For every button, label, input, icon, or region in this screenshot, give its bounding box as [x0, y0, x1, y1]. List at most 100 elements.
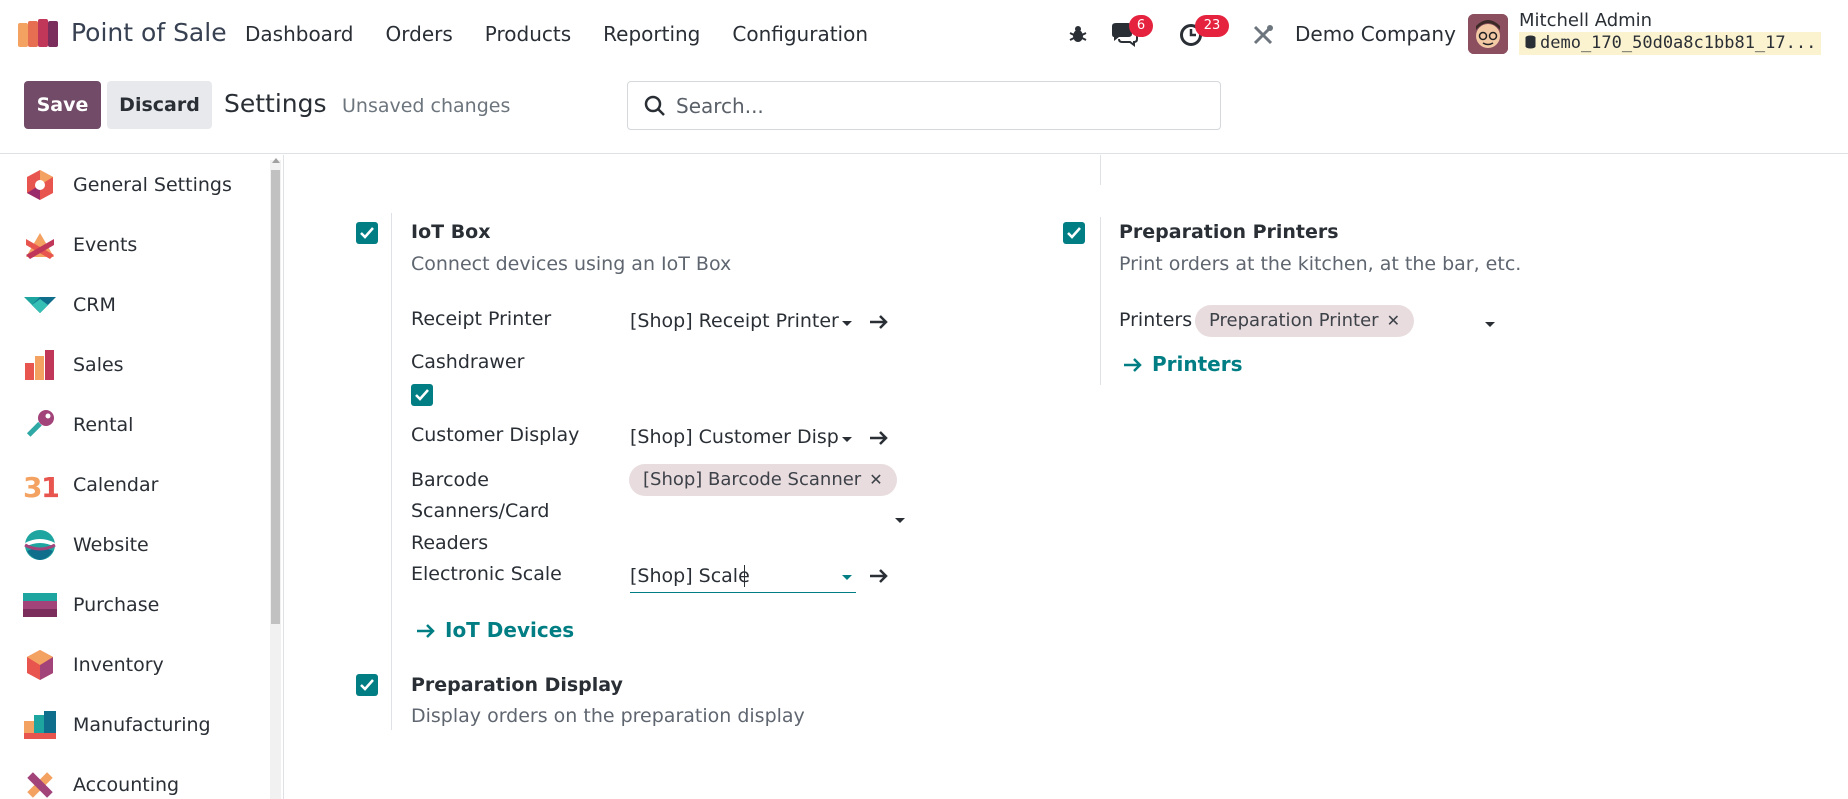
- page-title: Settings: [224, 89, 327, 118]
- events-icon: [26, 233, 54, 259]
- discard-button[interactable]: Discard: [107, 81, 212, 129]
- sidebar-item-events[interactable]: Events: [0, 215, 265, 275]
- arrow-right-icon[interactable]: [1123, 356, 1143, 374]
- sidebar-item-label: Rental: [73, 414, 134, 436]
- save-button[interactable]: Save: [24, 81, 101, 129]
- main-menu: Dashboard Orders Products Reporting Conf…: [245, 22, 900, 46]
- chevron-down-icon[interactable]: [1485, 322, 1495, 327]
- messages-badge: 6: [1129, 15, 1153, 37]
- cashdrawer-label: Cashdrawer: [411, 351, 525, 373]
- calendar-icon: 3 1: [23, 471, 58, 503]
- electronic-scale-label: Electronic Scale: [411, 563, 562, 585]
- point-of-sale-logo-icon[interactable]: [18, 19, 60, 49]
- unsaved-status: Unsaved changes: [342, 95, 511, 117]
- preparation-printer-tag[interactable]: Preparation Printer ✕: [1195, 305, 1414, 337]
- sidebar-item-purchase[interactable]: Purchase: [0, 575, 265, 635]
- barcode-label-line2: Scanners/Card: [411, 500, 550, 522]
- iot-box-description: Connect devices using an IoT Box: [411, 253, 732, 275]
- menu-products[interactable]: Products: [485, 22, 571, 46]
- sidebar-item-accounting[interactable]: Accounting: [0, 755, 265, 799]
- printers-link[interactable]: Printers: [1152, 352, 1243, 376]
- sales-icon: [25, 350, 54, 380]
- purchase-icon: [23, 593, 57, 617]
- remove-tag-icon[interactable]: ✕: [869, 470, 882, 489]
- sidebar-scrollbar-thumb[interactable]: [271, 170, 280, 624]
- remove-tag-icon[interactable]: ✕: [1387, 311, 1400, 330]
- chevron-down-icon[interactable]: [842, 575, 852, 580]
- website-globe-icon: [24, 530, 56, 560]
- internal-link-arrow-icon[interactable]: [869, 567, 889, 585]
- sidebar-item-label: General Settings: [73, 174, 232, 196]
- setting-divider: [391, 213, 392, 703]
- electronic-scale-input[interactable]: [Shop] Scale: [630, 565, 750, 587]
- text-cursor: [744, 565, 745, 587]
- sidebar-item-label: Accounting: [73, 774, 180, 796]
- sidebar-item-general-settings[interactable]: General Settings: [0, 155, 265, 215]
- internal-link-arrow-icon[interactable]: [869, 429, 889, 447]
- setting-divider: [391, 667, 392, 730]
- menu-dashboard[interactable]: Dashboard: [245, 22, 354, 46]
- menu-configuration[interactable]: Configuration: [732, 22, 868, 46]
- iot-devices-link[interactable]: IoT Devices: [445, 618, 574, 642]
- customer-display-select[interactable]: [Shop] Customer Displ: [630, 426, 840, 448]
- preparation-display-checkbox[interactable]: [356, 674, 378, 696]
- settings-content: IoT Box Connect devices using an IoT Box…: [284, 155, 1848, 799]
- user-name[interactable]: Mitchell Admin: [1519, 10, 1652, 31]
- sidebar-scroll-up-icon[interactable]: [272, 158, 280, 163]
- search-icon: [644, 95, 665, 116]
- search-input[interactable]: [676, 92, 1196, 120]
- chevron-down-icon[interactable]: [895, 518, 905, 523]
- checkmark-icon: [360, 679, 374, 691]
- sidebar-item-manufacturing[interactable]: Manufacturing: [0, 695, 265, 755]
- chevron-down-icon[interactable]: [842, 321, 852, 326]
- sidebar-item-inventory[interactable]: Inventory: [0, 635, 265, 695]
- sidebar-item-website[interactable]: Website: [0, 515, 265, 575]
- user-avatar[interactable]: [1468, 14, 1508, 54]
- sidebar-item-calendar[interactable]: 3 1 Calendar: [0, 455, 265, 515]
- section-divider: [1100, 155, 1101, 185]
- receipt-printer-label: Receipt Printer: [411, 308, 552, 330]
- sidebar-item-label: CRM: [73, 294, 116, 316]
- search-box[interactable]: [627, 81, 1221, 130]
- barcode-label-line1: Barcode: [411, 469, 489, 491]
- barcode-scanner-tag[interactable]: [Shop] Barcode Scanner ✕: [629, 464, 897, 496]
- preparation-display-description: Display orders on the preparation displa…: [411, 705, 805, 727]
- database-icon: [1525, 35, 1536, 49]
- company-switcher[interactable]: Demo Company: [1295, 22, 1456, 46]
- general-settings-icon: [27, 170, 53, 200]
- top-navbar: Point of Sale Dashboard Orders Products …: [0, 0, 1848, 68]
- setting-divider: [1100, 217, 1101, 385]
- manufacturing-icon: [24, 711, 56, 739]
- sidebar-item-crm[interactable]: CRM: [0, 275, 265, 335]
- sidebar-item-label: Sales: [73, 354, 124, 376]
- preparation-printers-title: Preparation Printers: [1119, 221, 1339, 243]
- inventory-box-icon: [27, 650, 53, 680]
- svg-text:3: 3: [23, 471, 42, 503]
- sidebar-item-rental[interactable]: Rental: [0, 395, 265, 455]
- chevron-down-icon[interactable]: [842, 437, 852, 442]
- cashdrawer-checkbox[interactable]: [411, 384, 433, 406]
- tag-label: [Shop] Barcode Scanner: [643, 469, 862, 490]
- control-panel: Save Discard Settings Unsaved changes: [0, 68, 1848, 154]
- tools-icon[interactable]: [1251, 23, 1275, 47]
- receipt-printer-select[interactable]: [Shop] Receipt Printer: [630, 310, 840, 332]
- sidebar-item-label: Inventory: [73, 654, 164, 676]
- preparation-display-title: Preparation Display: [411, 674, 623, 696]
- iot-box-checkbox[interactable]: [356, 222, 378, 244]
- checkmark-icon: [415, 389, 429, 401]
- menu-reporting[interactable]: Reporting: [603, 22, 700, 46]
- arrow-right-icon[interactable]: [416, 622, 436, 640]
- sidebar-item-label: Calendar: [73, 474, 159, 496]
- sidebar-item-sales[interactable]: Sales: [0, 335, 265, 395]
- app-title[interactable]: Point of Sale: [71, 18, 227, 47]
- crm-icon: [24, 297, 56, 313]
- database-label: demo_170_50d0a8c1bb81_17...: [1540, 33, 1817, 53]
- debug-bug-icon[interactable]: [1067, 23, 1089, 45]
- database-name: demo_170_50d0a8c1bb81_17...: [1519, 32, 1821, 55]
- sidebar-item-label: Manufacturing: [73, 714, 211, 736]
- accounting-icon: [27, 772, 53, 798]
- sidebar-item-label: Events: [73, 234, 138, 256]
- preparation-printers-checkbox[interactable]: [1063, 222, 1085, 244]
- menu-orders[interactable]: Orders: [386, 22, 453, 46]
- internal-link-arrow-icon[interactable]: [869, 313, 889, 331]
